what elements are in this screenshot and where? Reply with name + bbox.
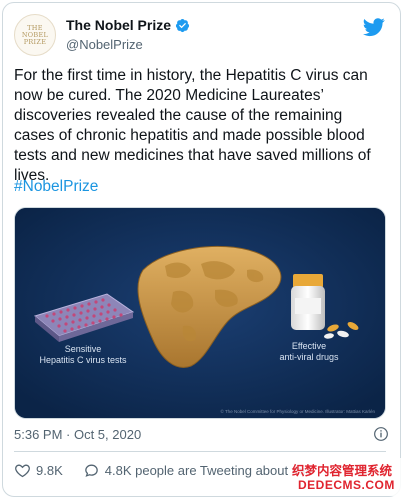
media-credit: © The Nobel Committee for Physiology or … [220, 409, 375, 414]
name-row[interactable]: The Nobel Prize [66, 17, 190, 33]
divider [14, 451, 386, 452]
reply-bubble-icon [84, 464, 98, 477]
display-name[interactable]: The Nobel Prize [66, 17, 171, 33]
tweet-media-image[interactable]: Sensitive Hepatitis C virus tests Effect… [14, 207, 386, 419]
handle[interactable]: @NobelPrize [66, 37, 143, 52]
hashtag-link[interactable]: #NobelPrize [14, 178, 98, 196]
media-illustration [15, 208, 385, 418]
site-watermark: 织梦内容管理系统 DEDECMS.COM [292, 458, 402, 496]
label-drugs-line-2: anti-viral drugs [279, 352, 339, 362]
avatar-logo-line-3: PRIZE [23, 37, 47, 46]
twitter-bird-icon[interactable] [363, 16, 385, 38]
watermark-bottom-text: DEDECMS.COM [298, 478, 395, 492]
watermark-top-text: 织梦内容管理系统 [292, 464, 393, 478]
tweeting-about-text: 4.8K people are Tweeting about this [104, 462, 312, 478]
info-icon[interactable] [373, 426, 389, 442]
label-tests-line-2: Hepatitis C virus tests [39, 355, 127, 365]
label-tests: Sensitive Hepatitis C virus tests [23, 344, 143, 366]
avatar[interactable]: THE NOBEL PRIZE [14, 14, 56, 56]
tweet-text: For the first time in history, the Hepat… [14, 67, 371, 184]
heart-icon [15, 464, 30, 477]
like-count: 9.8K [36, 462, 63, 478]
label-tests-line-1: Sensitive [64, 344, 102, 354]
like-button[interactable]: 9.8K [14, 462, 63, 479]
tweeting-about-link[interactable]: 4.8K people are Tweeting about this [83, 462, 312, 479]
label-drugs-line-1: Effective [291, 341, 327, 351]
tweet-actions: 9.8K 4.8K people are Tweeting about this [14, 460, 312, 480]
verified-badge-icon [175, 18, 190, 32]
tweet-timestamp[interactable]: 5:36 PM · Oct 5, 2020 [14, 427, 141, 442]
label-drugs: Effective anti-viral drugs [264, 341, 354, 363]
tweet-header: THE NOBEL PRIZE The Nobel Prize @NobelPr… [14, 14, 385, 60]
